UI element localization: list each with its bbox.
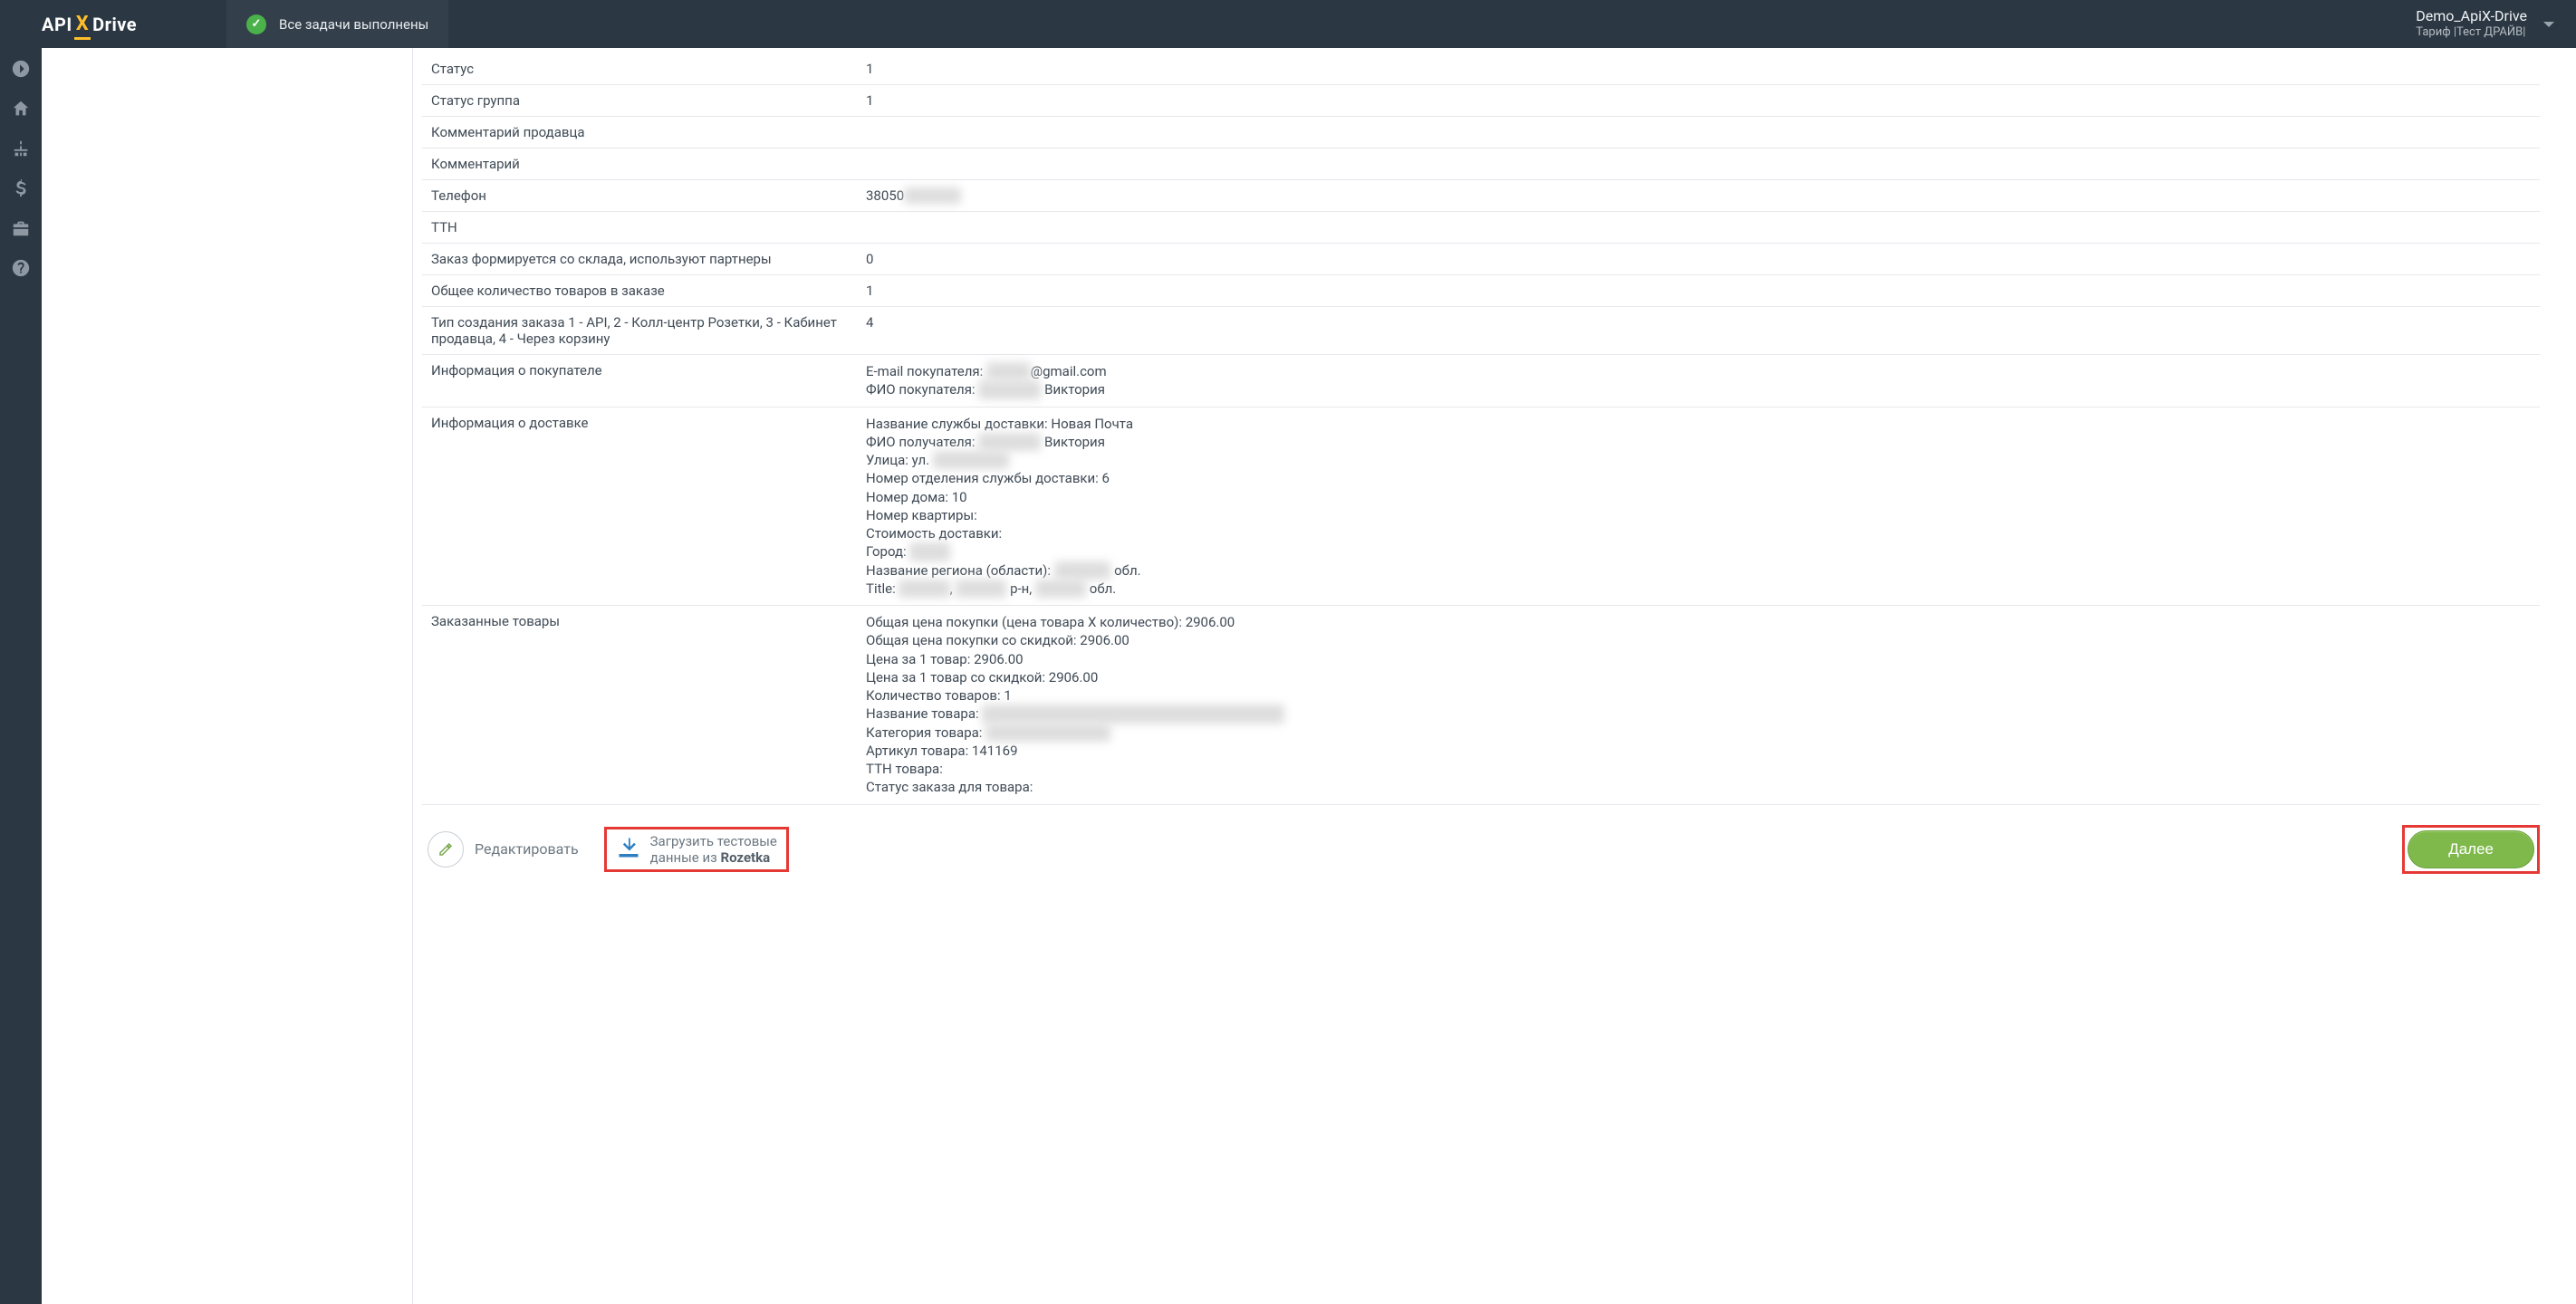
logo-api: API [42,14,72,35]
table-row: Заказанные товарыОбщая цена покупки (цен… [422,606,2540,805]
row-key: Комментарий [422,149,857,180]
row-key: Статус [422,53,857,85]
account-name: Demo_ApiX-Drive [2416,7,2527,26]
row-key: Тип создания заказа 1 - API, 2 - Колл-це… [422,307,857,355]
side-rail [0,48,42,1304]
help-icon[interactable] [11,258,31,278]
row-value: 380500000000 [857,180,2540,212]
row-key: Общее количество товаров в заказе [422,275,857,307]
row-key: Заказ формируется со склада, используют … [422,244,857,275]
chevron-down-icon [2543,22,2554,27]
logo-drive: Drive [92,14,137,35]
row-key: Статус группа [422,85,857,117]
next-button-frame: Далее [2402,825,2540,874]
load-test-data-text: Загрузить тестовые данные из Rozetka [650,833,777,866]
account-menu[interactable]: Demo_ApiX-Drive Тариф |Тест ДРАЙВ| [2394,0,2576,48]
table-row: Информация о покупателеE-mail покупателя… [422,355,2540,408]
row-value [857,149,2540,180]
row-value: Общая цена покупки (цена товара X количе… [857,606,2540,805]
left-panel [42,48,413,1304]
table-row: ТТН [422,212,2540,244]
row-key: Информация о доставке [422,407,857,606]
table-row: Комментарий [422,149,2540,180]
table-row: Комментарий продавца [422,117,2540,149]
logo-x-icon: X [76,14,89,34]
table-row: Заказ формируется со склада, используют … [422,244,2540,275]
briefcase-icon[interactable] [11,218,31,238]
table-row: Телефон380500000000 [422,180,2540,212]
footer-actions: Редактировать Загрузить тестовые данные … [422,825,2540,874]
load-line1: Загрузить тестовые [650,833,777,849]
home-icon[interactable] [11,99,31,119]
table-row: Тип создания заказа 1 - API, 2 - Колл-це… [422,307,2540,355]
edit-group[interactable]: Редактировать [428,831,579,868]
row-key: Комментарий продавца [422,117,857,149]
tasks-status[interactable]: ✓ Все задачи выполнены [226,0,448,48]
dollar-icon[interactable] [11,178,31,198]
table-row: Информация о доставкеНазвание службы дос… [422,407,2540,606]
table-row: Статус группа1 [422,85,2540,117]
row-key: Заказанные товары [422,606,857,805]
row-value: Название службы доставки: Новая ПочтаФИО… [857,407,2540,606]
edit-icon[interactable] [428,831,464,868]
download-icon [616,835,641,864]
table-row: Общее количество товаров в заказе1 [422,275,2540,307]
content: Статус1Статус группа1Комментарий продавц… [413,48,2576,1304]
row-key: Телефон [422,180,857,212]
tasks-status-label: Все задачи выполнены [279,16,428,33]
row-key: ТТН [422,212,857,244]
account-plan: Тариф |Тест ДРАЙВ| [2416,25,2527,41]
row-value: 1 [857,53,2540,85]
load-test-data-button[interactable]: Загрузить тестовые данные из Rozetka [604,827,789,872]
load-line2-source: Rozetka [720,849,770,866]
check-icon: ✓ [246,14,266,34]
next-button[interactable]: Далее [2408,830,2534,868]
row-value: 0 [857,244,2540,275]
row-value: 1 [857,275,2540,307]
row-value: 1 [857,85,2540,117]
topbar: API X Drive ✓ Все задачи выполнены Demo_… [0,0,2576,48]
sitemap-icon[interactable] [11,139,31,158]
row-key: Информация о покупателе [422,355,857,408]
logo[interactable]: API X Drive [0,0,226,48]
row-value: E-mail покупателя: xxxxxx@gmail.comФИО п… [857,355,2540,408]
arrow-circle-icon[interactable] [11,59,31,79]
row-value: 4 [857,307,2540,355]
table-row: Статус1 [422,53,2540,85]
load-line2-prefix: данные из [650,849,721,866]
row-value [857,212,2540,244]
data-table: Статус1Статус группа1Комментарий продавц… [422,53,2540,805]
edit-label: Редактировать [475,840,579,858]
row-value [857,117,2540,149]
